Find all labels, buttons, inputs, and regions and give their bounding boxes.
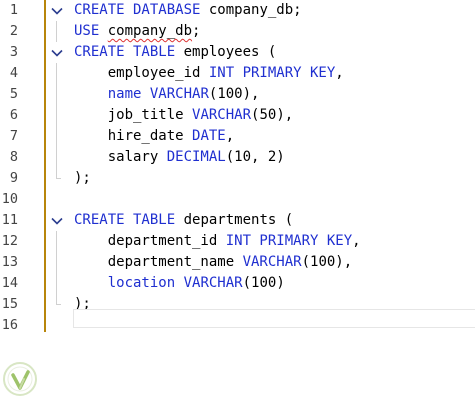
sql-text: job_title	[74, 107, 193, 123]
fold-guide-line	[56, 231, 57, 252]
line-number-gutter: 1 2 3 4 5 6 7 8 9 10 11 12 13 14 15 16	[0, 0, 40, 333]
code-line[interactable]: location VARCHAR(100)	[74, 273, 285, 294]
sql-keyword: location	[74, 275, 176, 291]
sql-text: department_id	[74, 233, 226, 249]
code-line[interactable]: employee_id INT PRIMARY KEY,	[74, 63, 344, 84]
sql-text: (100),	[208, 86, 260, 102]
fold-end-marker	[56, 304, 61, 305]
line-number: 14	[1, 275, 18, 291]
code-line[interactable]: job_title VARCHAR(50),	[74, 105, 293, 126]
sql-keyword: INT PRIMARY KEY	[225, 233, 353, 249]
code-editor[interactable]: 1 2 3 4 5 6 7 8 9 10 11 12 13 14 15 16 CREATE DATABASE …	[0, 0, 475, 333]
sql-text: (100),	[301, 254, 353, 270]
sql-keyword: CREATE DATABASE	[74, 2, 201, 18]
sql-text: ,	[335, 65, 344, 81]
sql-text: ,	[352, 233, 361, 249]
code-line[interactable]: department_id INT PRIMARY KEY,	[74, 231, 361, 252]
code-line[interactable]: CREATE TABLE departments (	[74, 210, 293, 231]
sql-keyword: DECIMAL	[166, 149, 226, 165]
code-line[interactable]: department_name VARCHAR(100),	[74, 252, 352, 273]
line-number: 15	[1, 296, 18, 312]
sql-text: employee_id	[74, 65, 209, 81]
current-line-highlight	[73, 309, 475, 328]
sql-keyword: VARCHAR	[183, 275, 243, 291]
fold-guide-line	[56, 252, 57, 273]
code-line[interactable]: CREATE DATABASE company_db;	[74, 0, 302, 21]
sql-keyword: VARCHAR	[242, 254, 302, 270]
line-number: 16	[1, 317, 18, 333]
fold-guide-line	[56, 126, 57, 147]
sql-text: employees (	[175, 44, 277, 60]
fold-guide-line	[56, 147, 57, 168]
code-line[interactable]: USE company_db;	[74, 21, 200, 42]
sql-text: departments (	[175, 212, 294, 228]
line-number: 6	[9, 107, 18, 123]
line-number: 2	[9, 23, 18, 39]
line-number: 9	[9, 170, 18, 186]
line-number: 1	[9, 2, 18, 18]
fold-end-marker	[56, 178, 61, 179]
fold-guide-line	[56, 294, 57, 304]
code-line[interactable]: );	[74, 168, 91, 189]
fold-chevron-down-icon[interactable]	[50, 42, 64, 63]
code-line[interactable]: salary DECIMAL(10, 2)	[74, 147, 285, 168]
sql-text: (10, 2)	[225, 149, 285, 165]
sql-text: company_db;	[200, 2, 302, 18]
line-number: 8	[9, 149, 18, 165]
line-number: 7	[9, 128, 18, 144]
fold-guide-line	[56, 63, 57, 84]
code-line[interactable]: hire_date DATE,	[74, 126, 234, 147]
sql-keyword: INT PRIMARY KEY	[208, 65, 336, 81]
sql-text: salary	[74, 149, 167, 165]
line-number: 4	[9, 65, 18, 81]
leaf-logo-icon	[2, 361, 38, 397]
sql-keyword: VARCHAR	[149, 86, 209, 102]
line-number: 12	[1, 233, 18, 249]
fold-guide-line	[56, 168, 57, 178]
fold-chevron-down-icon[interactable]	[50, 210, 64, 231]
line-number: 10	[1, 191, 18, 207]
sql-text: (50),	[251, 107, 294, 123]
line-number: 11	[1, 212, 18, 228]
line-number: 5	[9, 86, 18, 102]
code-line[interactable]: name VARCHAR(100),	[74, 84, 260, 105]
fold-guide-line	[56, 273, 57, 294]
misspelled-identifier: company_db	[107, 23, 193, 39]
sql-text: ;	[192, 23, 201, 39]
sql-text: (100)	[242, 275, 285, 291]
sql-text: hire_date	[74, 128, 193, 144]
fold-guide-line	[56, 105, 57, 126]
fold-chevron-down-icon[interactable]	[50, 0, 64, 21]
sql-keyword: VARCHAR	[192, 107, 252, 123]
sql-keyword: CREATE TABLE	[74, 212, 176, 228]
sql-keyword: DATE	[192, 128, 226, 144]
fold-guide-line	[56, 21, 57, 42]
sql-text: ,	[225, 128, 235, 144]
sql-keyword: name	[74, 86, 142, 102]
line-number: 13	[1, 254, 18, 270]
sql-text: department_name	[74, 254, 243, 270]
sql-keyword: CREATE TABLE	[74, 44, 176, 60]
sql-text: );	[74, 170, 91, 186]
code-line[interactable]: CREATE TABLE employees (	[74, 42, 276, 63]
fold-guide-line	[56, 84, 57, 105]
sql-keyword: USE	[74, 23, 100, 39]
line-number: 3	[9, 44, 18, 60]
change-history-bar	[44, 0, 46, 332]
